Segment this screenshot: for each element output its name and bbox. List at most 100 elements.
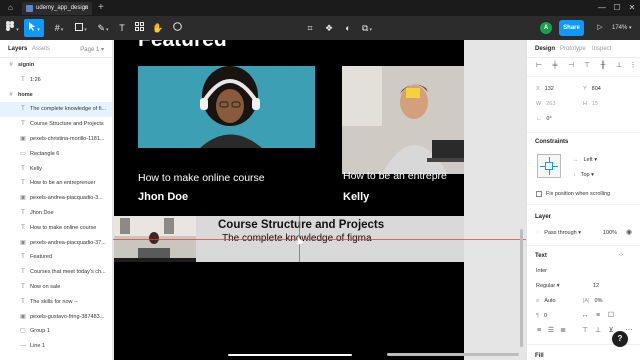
shape-tool[interactable]: ▾ xyxy=(72,19,90,37)
layer-row[interactable]: # signin xyxy=(0,58,112,73)
paragraph-spacing-field[interactable]: ¶ 0 xyxy=(536,313,547,319)
font-size-field[interactable]: 12 xyxy=(593,283,599,289)
text-tool[interactable]: T xyxy=(116,19,128,37)
align-top-icon[interactable]: ⊤ xyxy=(583,62,591,70)
comment-tool[interactable] xyxy=(171,19,183,37)
text-tool-icon: T xyxy=(119,23,125,33)
minimize-icon[interactable]: — xyxy=(596,2,608,14)
share-button[interactable]: Share xyxy=(559,20,584,36)
hand-tool[interactable]: ✋ xyxy=(152,19,164,37)
text-align-middle-icon[interactable]: ⊥ xyxy=(594,327,602,335)
fixed-size-icon[interactable]: ☐ xyxy=(607,312,615,320)
boolean-icon[interactable]: ⧉▾ xyxy=(360,19,374,37)
align-left-icon[interactable]: ⊢ xyxy=(535,62,543,70)
align-center-h-icon[interactable]: ╪ xyxy=(551,62,559,70)
tab-assets[interactable]: Assets xyxy=(32,46,50,52)
align-bottom-icon[interactable]: ⊥ xyxy=(615,62,623,70)
text-align-right-icon[interactable]: ≣ xyxy=(559,327,567,335)
layer-row[interactable]: T Now on sale xyxy=(0,280,112,295)
maximize-icon[interactable]: ☐ xyxy=(611,2,623,14)
w-field[interactable]: W 263 xyxy=(536,101,555,107)
layer-row[interactable]: T 1:26 xyxy=(0,73,112,88)
card-author-kelly[interactable]: Kelly xyxy=(343,191,369,203)
horizontal-scrollbar[interactable] xyxy=(387,353,519,356)
frame-tool[interactable]: #▾ xyxy=(50,19,68,37)
visibility-eye-icon[interactable]: ◉ xyxy=(625,229,633,237)
layer-row[interactable]: T How to make online course xyxy=(0,221,112,236)
text-align-top-icon[interactable]: ⊤ xyxy=(581,327,589,335)
layer-row[interactable]: ▣ pexels-andrea-piacquadio-3... xyxy=(0,191,112,206)
card-author-jhon-doe[interactable]: Jhon Doe xyxy=(138,191,188,203)
x-field[interactable]: X 132 xyxy=(536,86,554,92)
resources-tool[interactable] xyxy=(133,19,145,37)
constraint-vertical-select[interactable]: ↕ Top ▾ xyxy=(573,172,594,178)
align-center-v-icon[interactable]: ╫ xyxy=(599,62,607,70)
auto-width-icon[interactable]: ↔ xyxy=(581,312,589,320)
layer-row[interactable]: — Line 1 xyxy=(0,339,112,354)
y-field[interactable]: Y 804 xyxy=(583,86,601,92)
layer-row[interactable]: ▣ pexels-gustavo-fring-387483... xyxy=(0,310,112,325)
layer-row[interactable]: T The skills for now -- xyxy=(0,295,112,310)
layer-row[interactable]: ▢ Group 1 xyxy=(0,324,112,339)
tab-inspect[interactable]: Inspect xyxy=(592,46,611,52)
opacity-field[interactable]: 100% xyxy=(603,230,617,236)
vertical-scrollbar[interactable] xyxy=(520,229,523,347)
text-align-center-icon[interactable]: ☰ xyxy=(547,327,555,335)
component-icon[interactable]: ❖ xyxy=(323,19,335,37)
tab-prototype[interactable]: Prototype xyxy=(560,46,586,52)
move-tool[interactable]: ▾ xyxy=(24,19,44,37)
home-icon[interactable]: ⌂ xyxy=(8,4,17,12)
tab-design[interactable]: Design xyxy=(535,46,555,52)
close-icon[interactable]: ✕ xyxy=(626,2,638,14)
card-image-entrepreneur[interactable] xyxy=(342,66,464,174)
help-button[interactable]: ? xyxy=(612,331,628,347)
layer-row[interactable]: ▭ Rectangle 6 xyxy=(0,147,112,162)
constraint-horizontal-select[interactable]: ↔ Left ▾ xyxy=(573,157,597,163)
avatar[interactable]: A xyxy=(540,22,552,34)
layer-row[interactable]: T How to be an entreprenuer xyxy=(0,176,112,191)
layer-row[interactable]: T Course Structure and Projects xyxy=(0,117,112,132)
fix-position-checkbox[interactable] xyxy=(536,191,542,197)
auto-height-icon[interactable]: ≡ xyxy=(594,312,602,320)
layer-row[interactable]: T The complete knowledge of fi... xyxy=(0,102,112,118)
featured-heading[interactable]: Featured xyxy=(138,40,227,52)
layer-row[interactable]: ▣ pexels-christina-morillo-1181... xyxy=(0,132,112,147)
layer-row[interactable]: T Kelly xyxy=(0,162,112,177)
present-icon[interactable]: ▷ xyxy=(594,20,606,36)
layer-row[interactable]: T Featured xyxy=(0,250,112,265)
zoom-dropdown[interactable]: 174% ▾ xyxy=(612,20,638,36)
blend-mode-select[interactable]: ◌ Pass through ▾ xyxy=(536,230,581,236)
divider xyxy=(527,132,640,133)
text-styles-icon[interactable]: ⁘ xyxy=(617,252,625,260)
line-height-field[interactable]: ≡ Auto xyxy=(536,298,556,304)
close-tab-icon[interactable]: × xyxy=(84,2,88,15)
pen-tool[interactable]: ✎▾ xyxy=(94,19,112,37)
distribute-icon[interactable]: ⋮ xyxy=(629,62,637,70)
h-field[interactable]: H 15 xyxy=(583,101,598,107)
mask-icon[interactable]: ◐ xyxy=(342,19,354,37)
layer-row[interactable]: T Jhon Doe xyxy=(0,206,112,221)
home-frame[interactable]: Featured xyxy=(114,40,464,360)
tab-layers[interactable]: Layers xyxy=(8,46,27,52)
course-title[interactable]: Course Structure and Projects xyxy=(218,219,384,231)
card-image-online-course[interactable] xyxy=(138,66,315,148)
constraint-widget[interactable] xyxy=(537,154,561,178)
crop-icon[interactable]: ⌗ xyxy=(304,19,316,37)
font-weight-select[interactable]: Regular ▾ xyxy=(536,283,560,289)
page-selector[interactable]: Page 1 ▾ xyxy=(80,46,104,53)
rotation-field[interactable]: ∟ 0° xyxy=(536,116,552,122)
file-tab[interactable]: udemy_app_design × xyxy=(22,2,92,15)
canvas[interactable]: Featured xyxy=(113,40,526,360)
card-title-online-course[interactable]: How to make online course xyxy=(138,172,265,184)
new-tab-icon[interactable]: + xyxy=(98,1,104,15)
card-title-entrepreneur[interactable]: How to be an entrepre xyxy=(343,170,447,182)
align-right-icon[interactable]: ⊣ xyxy=(567,62,575,70)
layer-row[interactable]: # home xyxy=(0,88,112,103)
main-menu-icon[interactable]: ▾ xyxy=(4,19,20,37)
letter-spacing-field[interactable]: |A| 0% xyxy=(583,298,602,304)
layer-row[interactable]: ▣ pexels-andrea-piacquadio-37... xyxy=(0,236,112,251)
font-family-select[interactable]: Inter xyxy=(536,268,547,274)
text-icon: T xyxy=(21,209,25,216)
text-align-left-icon[interactable]: ≡ xyxy=(535,327,543,335)
layer-row[interactable]: T Courses that meet today's ch... xyxy=(0,265,112,280)
